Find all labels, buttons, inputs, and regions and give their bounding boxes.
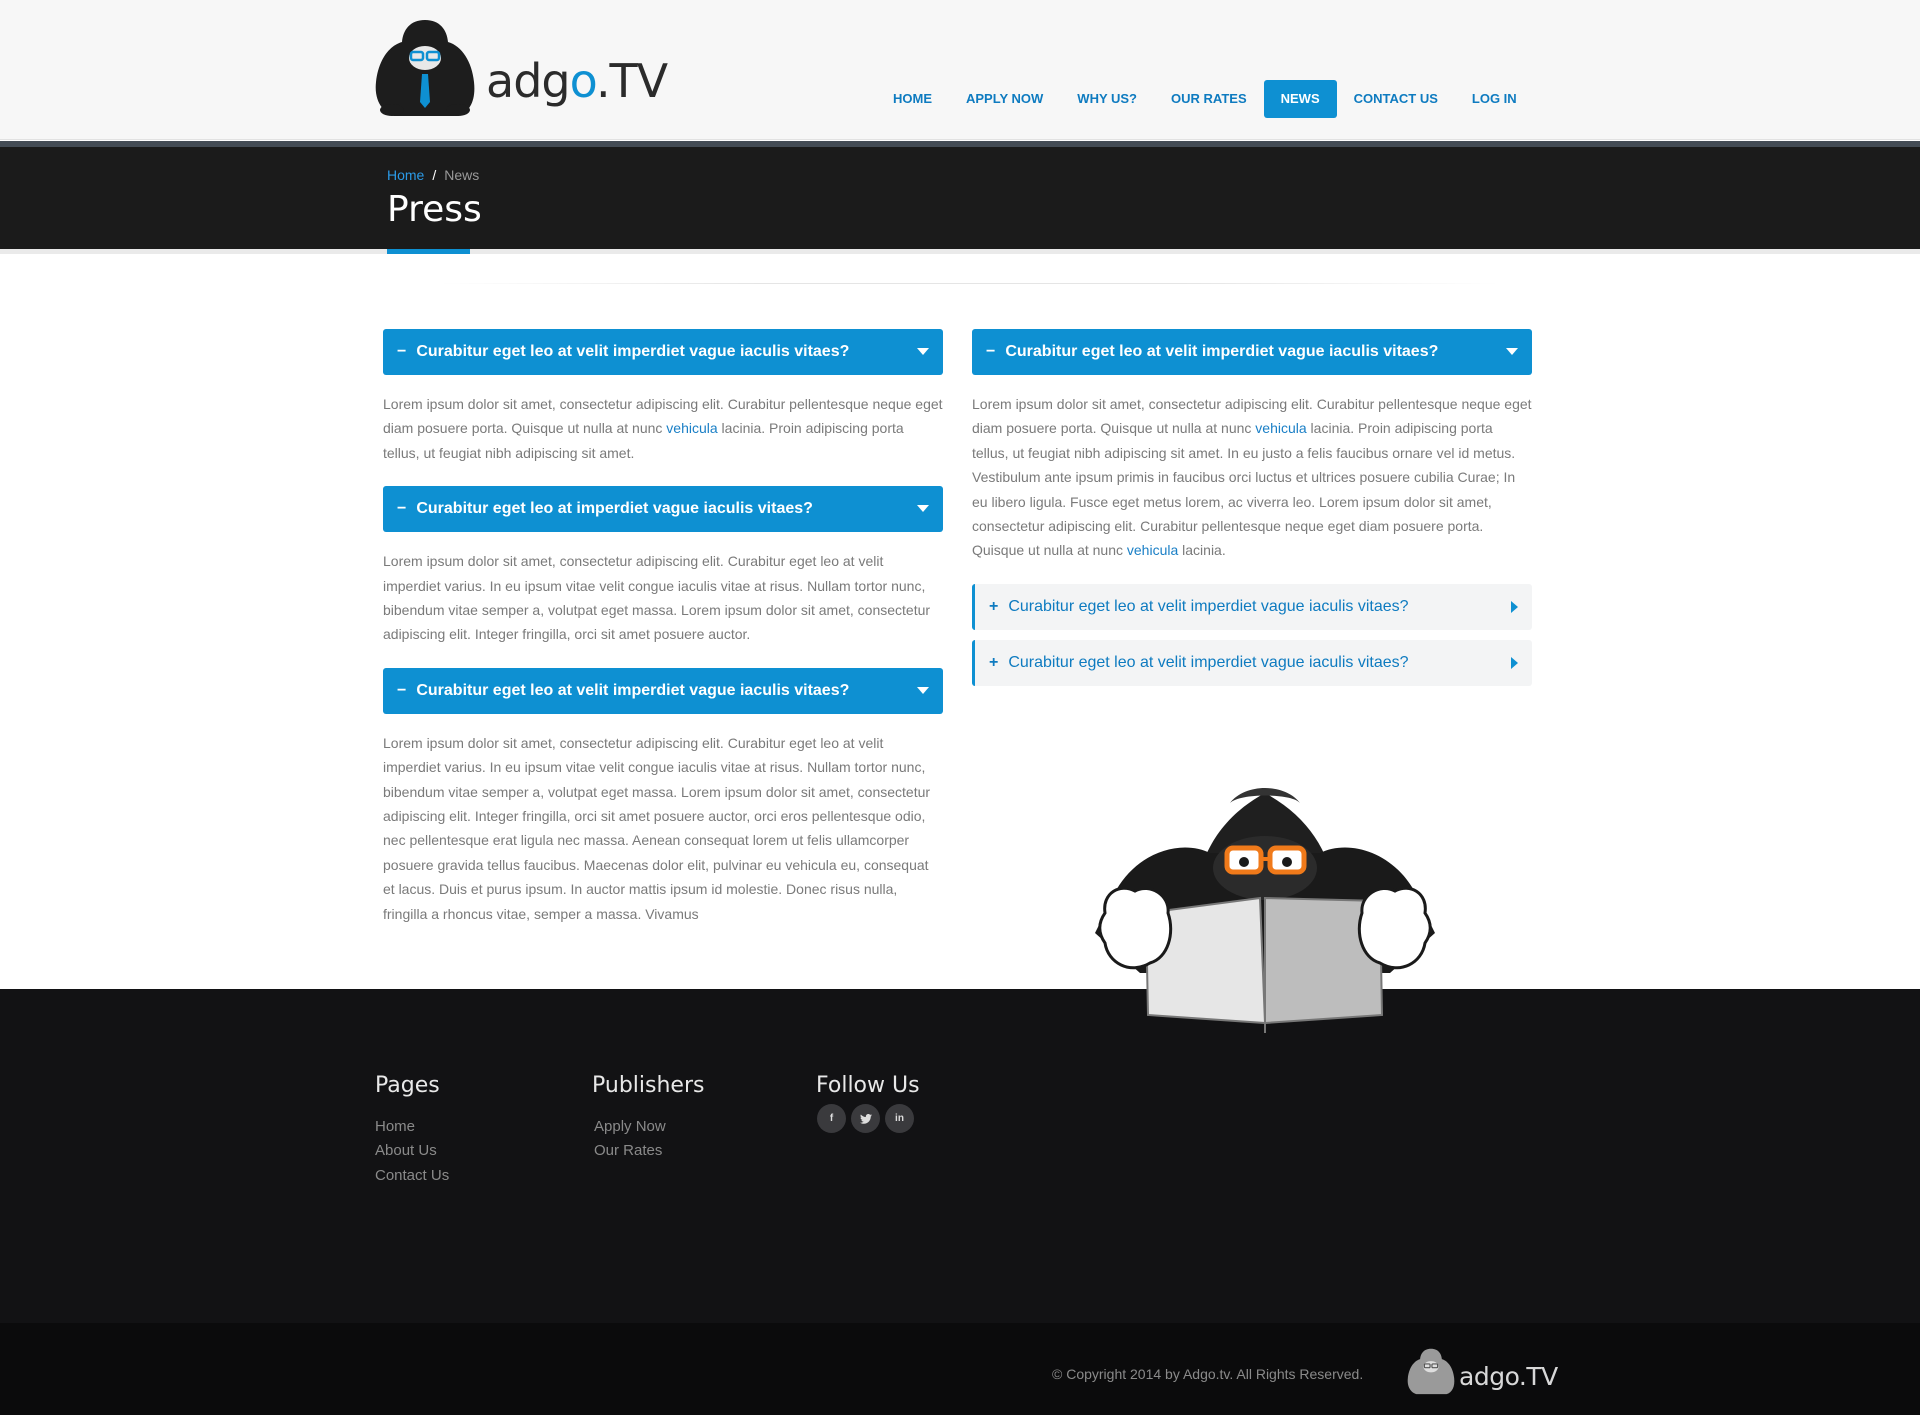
accordion-header[interactable]: − Curabitur eget leo at imperdiet vague … — [383, 486, 943, 533]
accordion-body: Lorem ipsum dolor sit amet, consectetur … — [383, 553, 931, 643]
accordion-header[interactable]: − Curabitur eget leo at velit imperdiet … — [972, 329, 1532, 375]
body-link[interactable]: vehicula — [666, 420, 717, 436]
footer-pages-heading: Pages — [375, 1073, 440, 1098]
accordion-title: Curabitur eget leo at velit imperdiet va… — [416, 343, 850, 360]
accordion-title: Curabitur eget leo at velit imperdiet va… — [1008, 653, 1409, 671]
page-title: Press — [387, 189, 482, 230]
breadcrumb: Home / News — [387, 167, 479, 183]
footer-pages-links: Home About Us Contact Us — [375, 1115, 449, 1188]
accordion-title: Curabitur eget leo at imperdiet vague ia… — [416, 500, 813, 518]
expand-sign: + — [989, 653, 999, 671]
gorilla-reading-newspaper-illustration — [1095, 788, 1435, 1033]
left-accordion: − Curabitur eget leo at velit imperdiet … — [383, 329, 943, 947]
footer-follow-heading: Follow Us — [816, 1073, 920, 1098]
page-header-band: Home / News Press — [0, 141, 1920, 249]
accordion-header[interactable]: + Curabitur eget leo at velit imperdiet … — [972, 583, 1532, 630]
footer-link-contact-us[interactable]: Contact Us — [375, 1164, 449, 1188]
nav-why-us[interactable]: WHY US? — [1060, 80, 1154, 118]
band-shadow — [0, 249, 1920, 254]
nav-contact-us[interactable]: CONTACT US — [1337, 80, 1455, 118]
expand-sign: + — [989, 597, 999, 615]
accordion-body: Lorem ipsum dolor sit amet, consectetur … — [383, 396, 943, 461]
footer-publishers-links: Apply Now Our Rates — [594, 1115, 666, 1164]
facebook-icon[interactable]: f — [817, 1104, 846, 1133]
copyright-text: © Copyright 2014 by Adgo.tv. All Rights … — [1052, 1366, 1364, 1382]
collapse-sign: − — [397, 500, 407, 518]
gorilla-logo-icon — [375, 20, 475, 116]
caret-down-icon — [1506, 348, 1518, 355]
logo-wordmark: adgo.TV — [486, 54, 668, 108]
site-footer: Pages Home About Us Contact Us Publisher… — [0, 989, 1920, 1323]
accordion-title: Curabitur eget leo at velit imperdiet va… — [416, 681, 850, 699]
caret-right-icon — [1511, 656, 1518, 669]
accordion-body: Lorem ipsum dolor sit amet, consectetur … — [972, 396, 1532, 559]
footer-link-apply-now[interactable]: Apply Now — [594, 1115, 666, 1139]
accordion-header[interactable]: + Curabitur eget leo at velit imperdiet … — [972, 639, 1532, 686]
breadcrumb-separator: / — [432, 167, 437, 183]
accordion-header[interactable]: − Curabitur eget leo at velit imperdiet … — [383, 667, 943, 714]
footer-link-home[interactable]: Home — [375, 1115, 449, 1139]
body-link[interactable]: vehicula — [1127, 542, 1178, 558]
copyright-bar: © Copyright 2014 by Adgo.tv. All Rights … — [0, 1323, 1920, 1415]
caret-down-icon — [917, 505, 929, 513]
social-links: f in — [817, 1104, 914, 1133]
site-header: adgo.TV HOME APPLY NOW WHY US? OUR RATES… — [0, 0, 1920, 140]
accordion-body: Lorem ipsum dolor sit amet, consectetur … — [383, 734, 931, 922]
nav-our-rates[interactable]: OUR RATES — [1154, 80, 1264, 118]
footer-logo-wordmark: adgo.TV — [1459, 1362, 1558, 1391]
site-logo[interactable]: adgo.TV — [370, 12, 668, 122]
collapse-sign: − — [986, 343, 996, 360]
footer-publishers-heading: Publishers — [592, 1073, 705, 1098]
footer-link-about-us[interactable]: About Us — [375, 1139, 449, 1163]
footer-link-our-rates[interactable]: Our Rates — [594, 1139, 666, 1163]
title-underline — [387, 249, 470, 254]
twitter-icon[interactable] — [851, 1104, 880, 1133]
caret-down-icon — [917, 686, 929, 694]
accordion-title: Curabitur eget leo at velit imperdiet va… — [1005, 343, 1439, 360]
accordion-title: Curabitur eget leo at velit imperdiet va… — [1008, 597, 1409, 615]
nav-log-in[interactable]: LOG IN — [1455, 80, 1534, 118]
caret-right-icon — [1511, 600, 1518, 613]
accordion-header[interactable]: − Curabitur eget leo at velit imperdiet … — [383, 329, 943, 375]
collapse-sign: − — [397, 681, 407, 699]
breadcrumb-home[interactable]: Home — [387, 167, 424, 183]
linkedin-icon[interactable]: in — [885, 1104, 914, 1133]
content-divider — [440, 283, 1500, 284]
gorilla-logo-icon — [1407, 1348, 1455, 1395]
nav-apply-now[interactable]: APPLY NOW — [949, 80, 1060, 118]
footer-logo[interactable]: adgo.TV — [1405, 1345, 1558, 1397]
nav-news[interactable]: NEWS — [1263, 80, 1337, 118]
breadcrumb-current: News — [444, 167, 480, 183]
collapse-sign: − — [397, 343, 407, 360]
right-accordion: − Curabitur eget leo at velit imperdiet … — [972, 329, 1532, 686]
caret-down-icon — [917, 348, 929, 355]
main-nav: HOME APPLY NOW WHY US? OUR RATES NEWS CO… — [876, 80, 1534, 118]
nav-home[interactable]: HOME — [876, 80, 949, 118]
body-link[interactable]: vehicula — [1255, 420, 1306, 436]
